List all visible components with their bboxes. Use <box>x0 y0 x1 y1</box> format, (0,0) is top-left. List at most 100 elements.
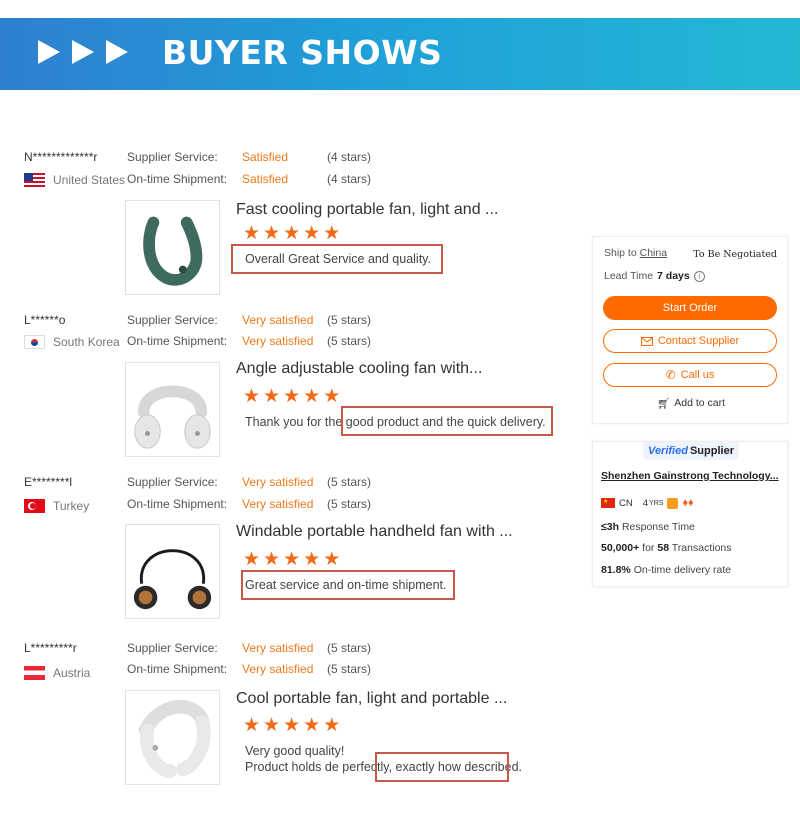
star-icon: ★ <box>243 549 261 570</box>
supplier-service-stars: (4 stars) <box>327 150 372 164</box>
star-icon: ★ <box>323 223 341 244</box>
supplier-service-label: Supplier Service: <box>127 641 218 655</box>
star-icon: ★ <box>283 386 301 407</box>
at-flag-icon <box>24 666 45 680</box>
star-icon: ★ <box>263 223 281 244</box>
supplier-name-link[interactable]: Shenzhen Gainstrong Technology... <box>601 470 779 482</box>
shipment-stars: (5 stars) <box>327 334 372 348</box>
shipment-stars: (4 stars) <box>327 172 372 186</box>
transactions-value: 50,000+ <box>601 542 640 554</box>
shipment-value: Very satisfied <box>242 662 314 676</box>
diamond-icon: ♦♦ <box>682 497 694 509</box>
order-card: Ship to China To Be Negotiated Lead Time… <box>592 236 788 424</box>
tr-flag-icon <box>24 499 45 513</box>
product-title[interactable]: Angle adjustable cooling fan with... <box>236 360 482 378</box>
shipment-label: On-time Shipment: <box>127 334 228 348</box>
highlight-box <box>231 244 443 274</box>
info-icon[interactable]: i <box>693 270 705 282</box>
supplier-badges: CN 4 YRS ♦♦ <box>601 497 694 509</box>
call-us-button[interactable]: ✆ Call us <box>603 363 777 387</box>
contact-supplier-button[interactable]: Contact Supplier <box>603 329 777 353</box>
transactions: 50,000+ for 58 Transactions <box>601 542 732 554</box>
product-title[interactable]: Fast cooling portable fan, light and ... <box>236 201 498 219</box>
star-icon: ★ <box>323 549 341 570</box>
add-to-cart-link[interactable]: 🛒︎ Add to cart <box>593 397 789 410</box>
star-icon: ★ <box>323 715 341 736</box>
star-icon: ★ <box>283 223 301 244</box>
start-order-button[interactable]: Start Order <box>603 296 777 320</box>
delivery-rate-label: On-time delivery rate <box>633 564 732 576</box>
buyer-country: Austria <box>24 666 90 680</box>
buyer-name: L*********r <box>24 641 77 655</box>
banner-title: BUYER SHOWS <box>162 33 443 72</box>
medal-icon <box>667 497 679 509</box>
star-icon: ★ <box>263 715 281 736</box>
play-arrow-icon <box>38 40 60 64</box>
star-icon: ★ <box>303 223 321 244</box>
star-icon: ★ <box>283 715 301 736</box>
shipment-label: On-time Shipment: <box>127 172 228 186</box>
star-icon: ★ <box>303 386 321 407</box>
us-flag-icon <box>24 173 45 187</box>
star-icon: ★ <box>303 715 321 736</box>
country-name: Turkey <box>53 499 90 513</box>
star-rating: ★ ★ ★ ★ ★ <box>243 224 340 243</box>
highlight-box <box>241 570 455 600</box>
product-thumbnail[interactable] <box>125 524 220 619</box>
years-value: 4 <box>642 497 649 509</box>
header-banner: BUYER SHOWS <box>0 18 800 90</box>
transactions-label: Transactions <box>671 542 732 554</box>
supplier-service-stars: (5 stars) <box>327 313 372 327</box>
product-title[interactable]: Cool portable fan, light and portable ..… <box>236 690 507 708</box>
years-unit: YRS <box>649 499 664 507</box>
ship-to-country-link[interactable]: China <box>640 247 667 259</box>
star-icon: ★ <box>243 386 261 407</box>
contact-supplier-label: Contact Supplier <box>657 335 740 347</box>
star-rating: ★ ★ ★ ★ ★ <box>243 550 340 569</box>
product-title[interactable]: Windable portable handheld fan with ... <box>236 523 513 541</box>
response-time-label: Response Time <box>621 521 695 533</box>
shipment-label: On-time Shipment: <box>127 497 228 511</box>
mail-icon <box>640 336 653 346</box>
product-thumbnail[interactable] <box>125 362 220 457</box>
star-rating: ★ ★ ★ ★ ★ <box>243 387 340 406</box>
verified-suffix: Supplier <box>689 445 734 457</box>
response-time-value: ≤3h <box>601 521 620 533</box>
product-thumbnail[interactable] <box>125 200 220 295</box>
star-icon: ★ <box>243 715 261 736</box>
verified-prefix: Verified <box>648 445 688 457</box>
supplier-service-value: Very satisfied <box>242 641 314 655</box>
response-time: ≤3h Response Time <box>601 521 695 533</box>
country-name: Austria <box>53 666 91 680</box>
star-rating: ★ ★ ★ ★ ★ <box>243 716 340 735</box>
buyer-country: Turkey <box>24 499 89 513</box>
product-thumbnail[interactable] <box>125 690 220 785</box>
supplier-service-stars: (5 stars) <box>327 475 372 489</box>
cart-icon: 🛒︎ <box>656 398 671 410</box>
shipment-value: Very satisfied <box>242 497 314 511</box>
kr-flag-icon <box>24 335 45 349</box>
supplier-service-label: Supplier Service: <box>127 150 218 164</box>
phone-icon: ✆ <box>665 368 676 382</box>
star-icon: ★ <box>303 549 321 570</box>
supplier-service-label: Supplier Service: <box>127 313 218 327</box>
delivery-rate-value: 81.8% <box>601 564 631 576</box>
buyer-name: N*************r <box>24 150 98 164</box>
buyer-country: United States <box>24 173 125 187</box>
delivery-rate: 81.8% On-time delivery rate <box>601 564 731 576</box>
supplier-service-value: Very satisfied <box>242 475 314 489</box>
country-name: South Korea <box>53 335 120 349</box>
arrows-decoration <box>38 40 128 64</box>
star-icon: ★ <box>323 386 341 407</box>
lead-time-label: Lead Time <box>604 270 654 282</box>
supplier-service-value: Very satisfied <box>242 313 314 327</box>
review-comment-line1: Very good quality! <box>245 744 345 758</box>
supplier-card: Verified Supplier Shenzhen Gainstrong Te… <box>592 441 788 587</box>
star-icon: ★ <box>263 386 281 407</box>
shipment-label: On-time Shipment: <box>127 662 228 676</box>
cn-flag-icon <box>601 498 615 508</box>
play-arrow-icon <box>72 40 94 64</box>
lead-time: Lead Time 7 days i <box>604 270 705 282</box>
star-icon: ★ <box>263 549 281 570</box>
transactions-count: 58 <box>657 542 670 554</box>
